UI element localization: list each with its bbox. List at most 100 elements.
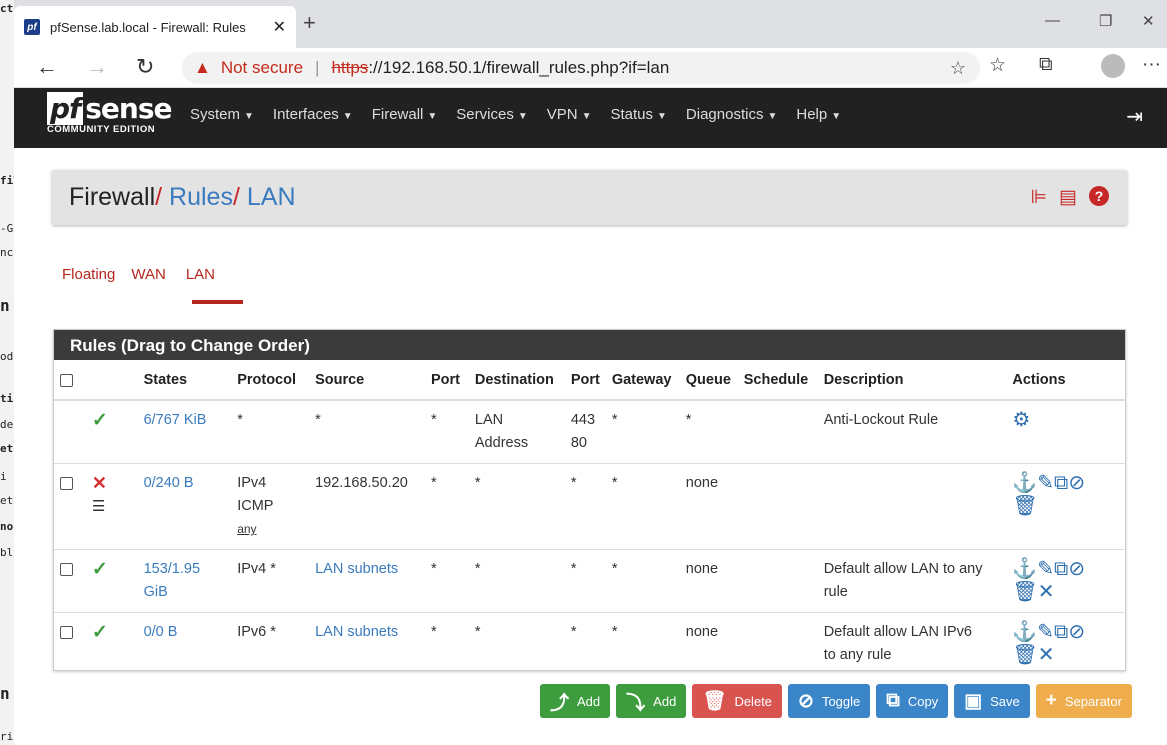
- save-button[interactable]: ▣ Save: [954, 684, 1030, 718]
- cell-queue: none: [685, 624, 719, 640]
- table-row[interactable]: ✕ ☰ 0/240 B IPv4 ICMP any 192.168.50.20 * *…: [54, 463, 1125, 550]
- strip-text: od: [0, 350, 14, 363]
- menu-services[interactable]: Services ▼: [456, 106, 527, 123]
- breadcrumb-rules[interactable]: Rules: [169, 183, 233, 211]
- favorite-star-icon[interactable]: ☆: [950, 58, 966, 79]
- disable-icon[interactable]: ⊘: [1068, 472, 1085, 494]
- strip-text: nc: [0, 246, 14, 259]
- source-alias-link[interactable]: LAN subnets: [315, 624, 398, 640]
- cell-schedule: [737, 549, 818, 613]
- pfsense-logo[interactable]: pf sense COMMUNITY EDITION: [47, 92, 172, 135]
- copy-icon[interactable]: ⧉: [1054, 558, 1068, 580]
- delete-trash-icon[interactable]: 🗑: [1012, 495, 1037, 517]
- edit-pencil-icon[interactable]: ✎: [1037, 621, 1054, 643]
- states-link[interactable]: 0/0 B: [144, 624, 178, 640]
- row-checkbox[interactable]: [60, 626, 73, 639]
- caret-down-icon: ▼: [657, 111, 667, 122]
- copy-button[interactable]: ⧉ Copy: [876, 684, 949, 718]
- source-alias-link[interactable]: LAN subnets: [315, 561, 398, 577]
- caret-down-icon: ▼: [581, 111, 592, 122]
- add-bottom-button[interactable]: ⤵ Add: [616, 684, 687, 718]
- cell-destination: *: [468, 549, 565, 613]
- states-link[interactable]: 0/240 B: [144, 475, 194, 491]
- toggle-button[interactable]: ⊘ Toggle: [788, 684, 871, 718]
- menu-vpn[interactable]: VPN ▼: [547, 106, 592, 123]
- not-secure-label: Not secure: [220, 58, 304, 77]
- menu-firewall[interactable]: Firewall ▼: [372, 106, 438, 123]
- refresh-icon[interactable]: ↻: [136, 54, 154, 80]
- rules-table: States Protocol Source Port Destination …: [54, 360, 1125, 675]
- favorites-list-icon[interactable]: ☆: [989, 54, 1006, 77]
- active-tab-indicator: [192, 300, 243, 304]
- edit-pencil-icon[interactable]: ✎: [1037, 558, 1054, 580]
- log-list-icon[interactable]: ▤: [1059, 186, 1077, 209]
- delete-x-icon[interactable]: ✕: [1038, 644, 1055, 666]
- action-buttons: ⤴ Add ⤵ Add 🗑 Delete ⊘ Toggle ⧉ Copy ▣ Save + S…: [540, 684, 1132, 718]
- tab-wan[interactable]: WAN: [131, 266, 165, 283]
- strip-text: n: [0, 296, 10, 315]
- delete-trash-icon[interactable]: 🗑: [1012, 644, 1037, 666]
- url-field[interactable]: ▲ Not secure | https ://192.168.50.1/fir…: [182, 52, 980, 84]
- status-chart-icon[interactable]: ⊫: [1030, 186, 1047, 209]
- select-all-checkbox[interactable]: [60, 373, 73, 387]
- table-row[interactable]: ✓ 153/1.95 GiB IPv4 * LAN subnets * * * *…: [54, 549, 1125, 613]
- disable-icon[interactable]: ⊘: [1068, 558, 1085, 580]
- cell-description: Anti-Lockout Rule: [817, 400, 1007, 464]
- row-checkbox[interactable]: [60, 563, 73, 576]
- rules-panel: Rules (Drag to Change Order) States Prot…: [53, 329, 1126, 671]
- copy-icon[interactable]: ⧉: [1054, 621, 1068, 643]
- restore-icon[interactable]: ❐: [1099, 12, 1112, 30]
- separator-button[interactable]: + Separator: [1035, 684, 1132, 718]
- menu-interfaces[interactable]: Interfaces ▼: [273, 106, 353, 123]
- states-link[interactable]: 153/1.95 GiB: [137, 549, 232, 613]
- anchor-icon[interactable]: ⚓: [1012, 558, 1037, 580]
- delete-trash-icon[interactable]: 🗑: [1012, 581, 1037, 603]
- forward-icon[interactable]: →: [86, 54, 108, 80]
- gear-icon[interactable]: ⚙: [1012, 409, 1030, 431]
- menu-help[interactable]: Help ▼: [796, 106, 841, 123]
- close-tab-icon[interactable]: ✕: [273, 17, 286, 37]
- profile-avatar[interactable]: [1101, 54, 1125, 78]
- block-x-icon: ✕: [91, 473, 107, 493]
- cell-queue: none: [679, 549, 738, 613]
- states-link[interactable]: 6/767 KiB: [144, 412, 207, 428]
- pfsense-navbar: pf sense COMMUNITY EDITION System ▼ Interf…: [14, 88, 1167, 148]
- anchor-icon[interactable]: ⚓: [1012, 621, 1037, 643]
- delete-button[interactable]: 🗑 Delete: [692, 684, 783, 718]
- help-icon[interactable]: ?: [1089, 186, 1109, 206]
- copy-icon[interactable]: ⧉: [1054, 472, 1068, 494]
- cell-description: Default allow LAN IPv6 to any rule: [823, 624, 972, 663]
- menu-status[interactable]: Status ▼: [610, 106, 666, 123]
- delete-x-icon[interactable]: ✕: [1038, 581, 1055, 603]
- cell-schedule: [738, 613, 818, 676]
- address-bar-row: ← → ↻ ▲ Not secure | https ://192.168.50…: [14, 48, 1167, 88]
- cell-sport: *: [424, 549, 469, 613]
- logout-icon[interactable]: ⇥: [1126, 104, 1143, 129]
- minimize-icon[interactable]: —: [1045, 12, 1060, 29]
- menu-system[interactable]: System ▼: [190, 106, 254, 123]
- tab-floating[interactable]: Floating: [62, 266, 115, 283]
- copy-icon: ⧉: [886, 690, 900, 711]
- close-window-icon[interactable]: ✕: [1142, 12, 1155, 30]
- browser-tab[interactable]: pf pfSense.lab.local - Firewall: Rules ✕: [14, 6, 296, 48]
- edit-pencil-icon[interactable]: ✎: [1037, 472, 1054, 494]
- cell-destination: LAN Address: [468, 400, 565, 464]
- cell-protocol: IPv4 *: [231, 549, 310, 613]
- add-top-button[interactable]: ⤴ Add: [540, 684, 611, 718]
- cell-dport: 443 80: [564, 400, 606, 464]
- tab-lan[interactable]: LAN: [186, 266, 215, 283]
- table-row[interactable]: ✓ 6/767 KiB * * * LAN Address 443 80 * * A…: [54, 400, 1125, 464]
- new-tab-icon[interactable]: +: [303, 10, 316, 36]
- breadcrumb-lan[interactable]: LAN: [247, 183, 296, 211]
- more-menu-icon[interactable]: ···: [1142, 54, 1161, 76]
- collections-icon[interactable]: ⧉: [1039, 54, 1053, 76]
- cell-destination: *: [468, 463, 565, 550]
- save-icon: ▣: [964, 690, 983, 712]
- col-states: States: [137, 360, 232, 401]
- menu-diagnostics[interactable]: Diagnostics ▼: [686, 106, 777, 123]
- anchor-icon[interactable]: ⚓: [1012, 472, 1037, 494]
- row-checkbox[interactable]: [60, 477, 73, 490]
- table-row[interactable]: ✓ 0/0 B IPv6 * LAN subnets * * * * none …: [54, 613, 1125, 676]
- back-icon[interactable]: ←: [36, 54, 58, 80]
- disable-icon[interactable]: ⊘: [1068, 621, 1085, 643]
